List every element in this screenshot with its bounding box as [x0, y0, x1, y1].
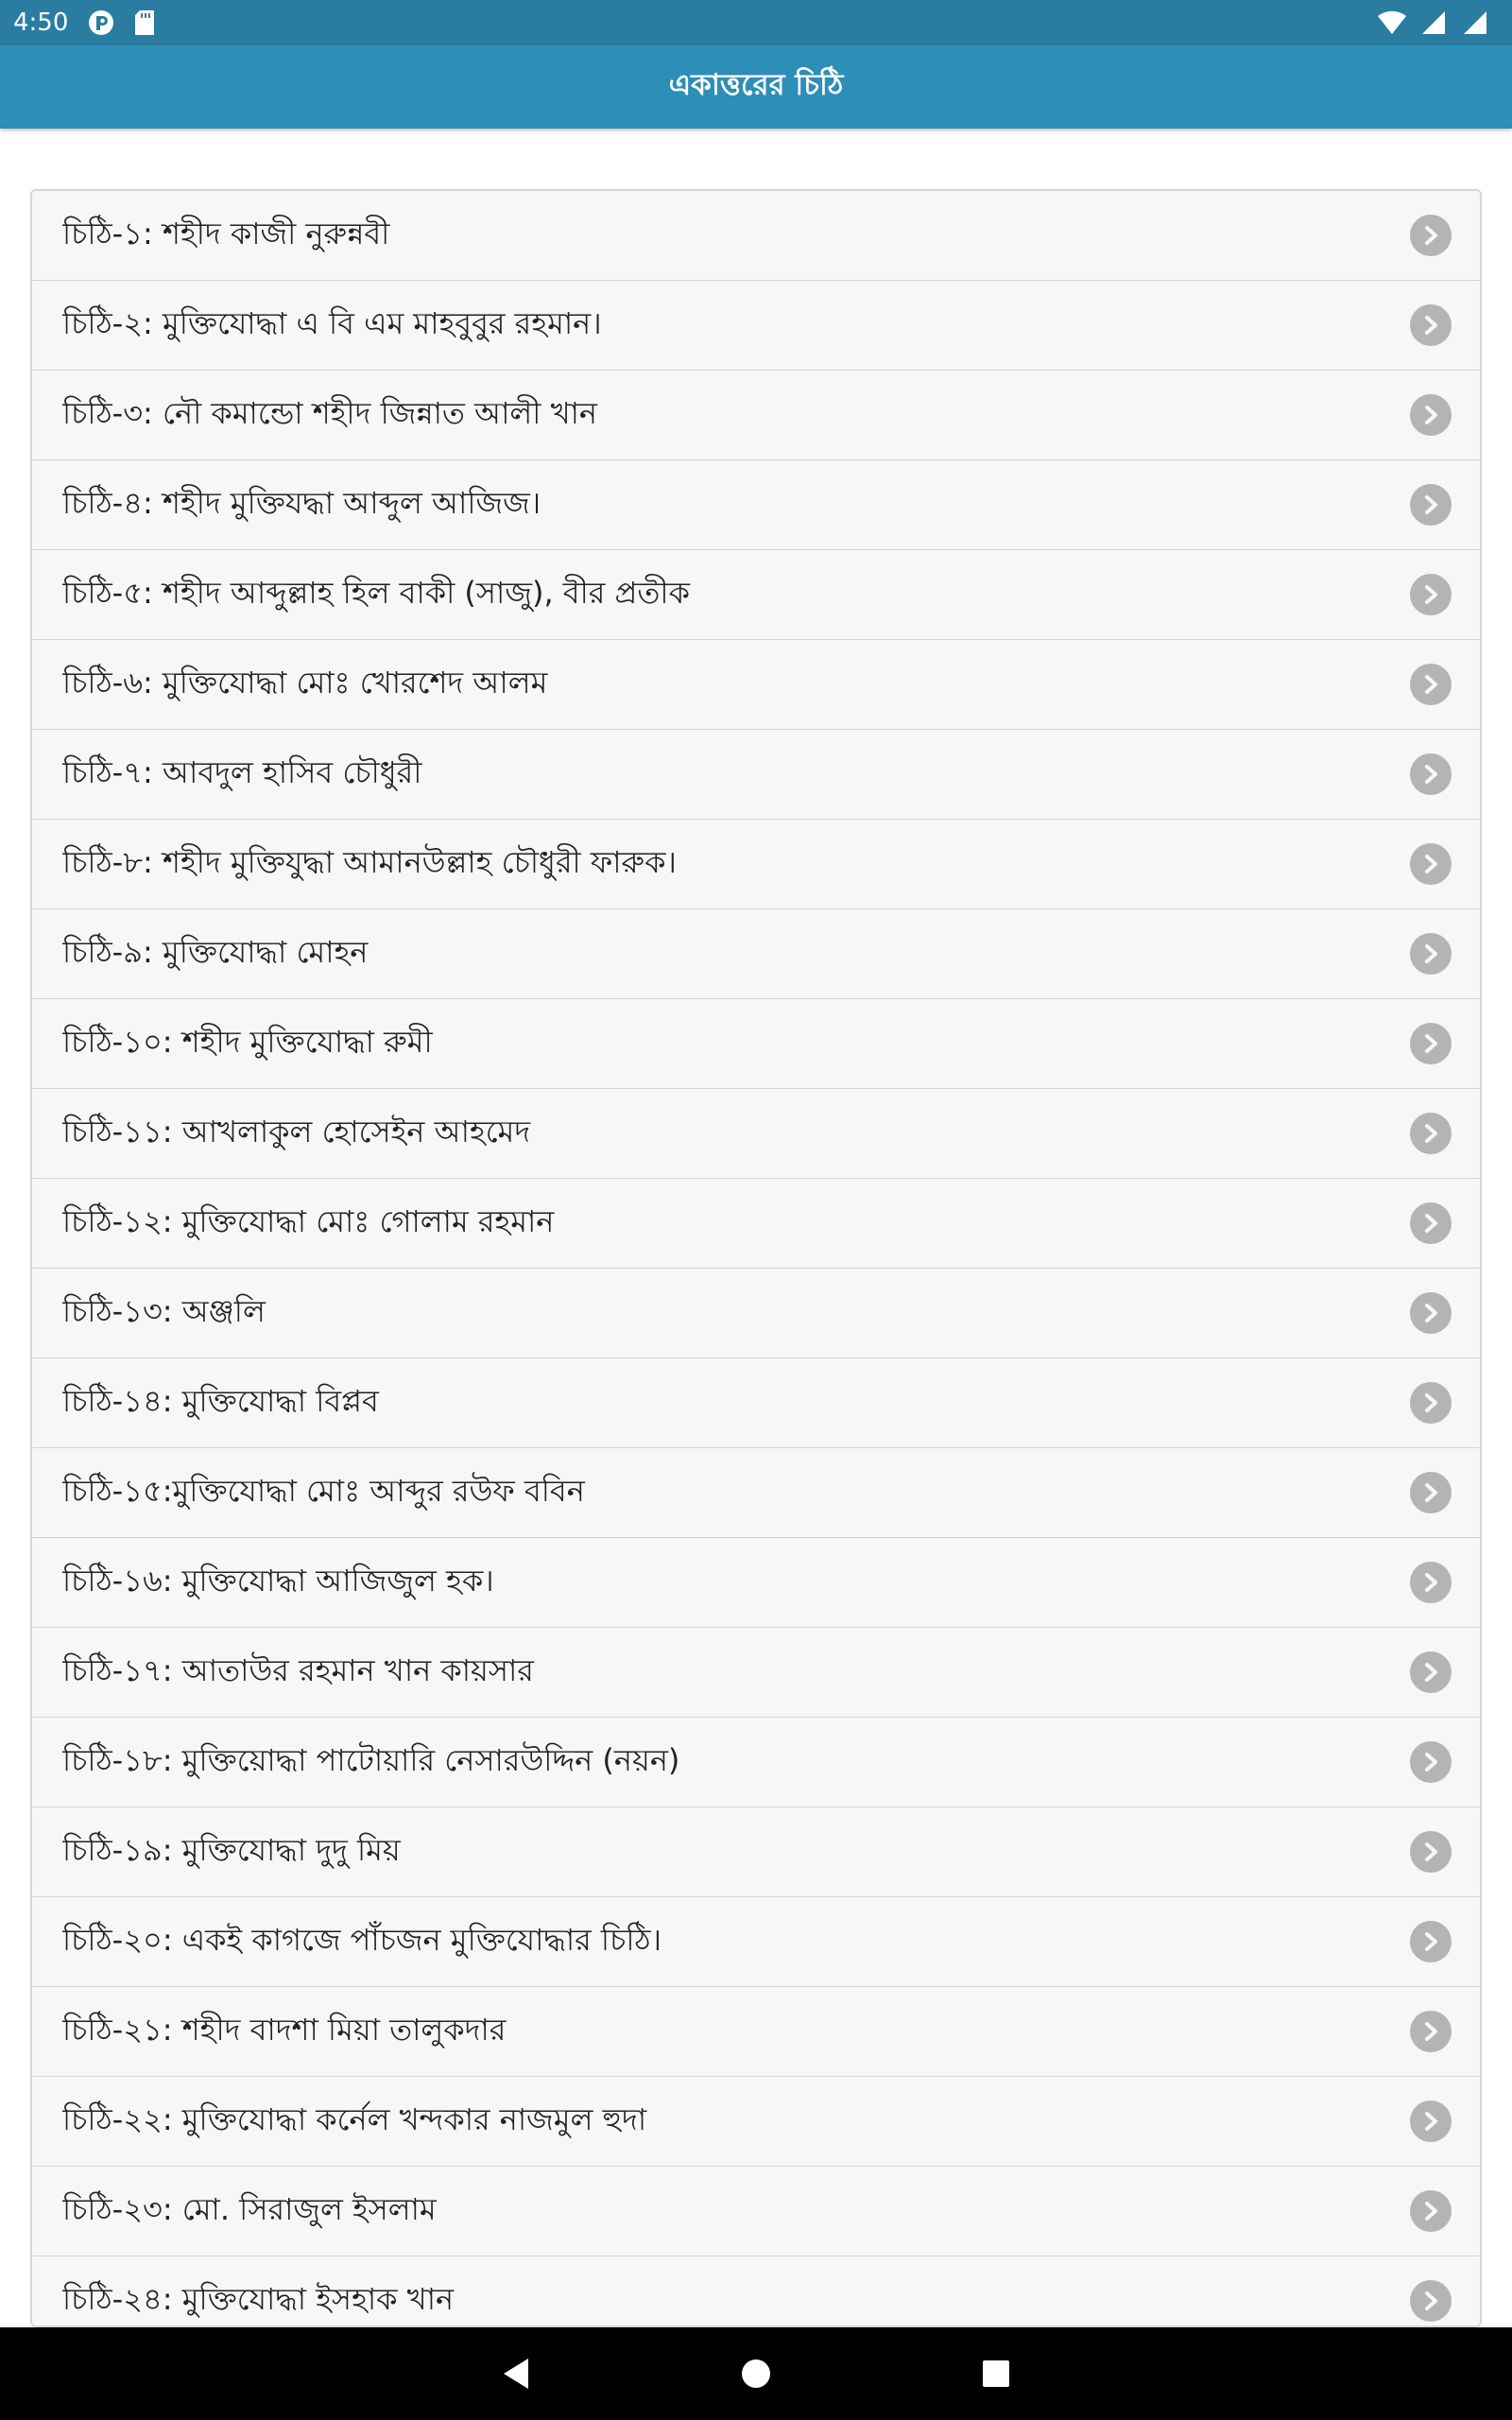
letter-title: চিঠি-৬: মুক্তিযোদ্ধা মোঃ খোরশেদ আলম [62, 665, 548, 700]
letter-list-item[interactable]: চিঠি-১৬: মুক্তিযোদ্ধা আজিজুল হক। [32, 1538, 1480, 1628]
letter-list-item[interactable]: চিঠি-৪: শহীদ মুক্তিযদ্ধা আব্দুল আজিজ। [32, 460, 1480, 550]
back-icon [504, 2359, 528, 2389]
letter-list-item[interactable]: চিঠি-৩: নৌ কমান্ডো শহীদ জিন্নাত আলী খান [32, 371, 1480, 460]
letter-list-item[interactable]: চিঠি-১৮: মুক্তিয়োদ্ধা পাটোয়ারি নেসারউদ… [32, 1718, 1480, 1807]
letter-title: চিঠি-১০: শহীদ মুক্তিযোদ্ধা রুমী [62, 1024, 433, 1060]
chevron-right-icon [1410, 2280, 1452, 2322]
chevron-right-icon [1410, 1202, 1452, 1244]
letter-list-item[interactable]: চিঠি-২১: শহীদ বাদশা মিয়া তালুকদার [32, 1987, 1480, 2077]
letter-title: চিঠি-২: মুক্তিযোদ্ধা এ বি এম মাহবুবুর রহ… [62, 305, 602, 341]
navigation-bar [0, 2327, 1512, 2420]
chevron-right-icon [1410, 1113, 1452, 1154]
letter-title: চিঠি-১৬: মুক্তিযোদ্ধা আজিজুল হক। [62, 1563, 494, 1599]
signal-icon [1419, 9, 1448, 37]
letter-list-item[interactable]: চিঠি-২৩: মো. সিরাজুল ইসলাম [32, 2167, 1480, 2256]
chevron-right-icon [1410, 1382, 1452, 1424]
app-title: একাত্তরের চিঠি [668, 68, 844, 102]
status-time: 4:50 [13, 9, 69, 37]
chevron-right-icon [1410, 574, 1452, 615]
letter-title: চিঠি-২০: একই কাগজে পাঁচজন মুক্তিযোদ্ধার … [62, 1922, 662, 1958]
chevron-right-icon [1410, 1023, 1452, 1064]
chevron-right-icon [1410, 753, 1452, 795]
pocket-icon [87, 9, 115, 37]
letter-list-item[interactable]: চিঠি-১১: আখলাকুল হোসেইন আহমেদ [32, 1089, 1480, 1179]
letter-list-item[interactable]: চিঠি-১: শহীদ কাজী নুরুন্নবী [32, 191, 1480, 281]
letter-list-item[interactable]: চিঠি-৯: মুক্তিযোদ্ধা মোহন [32, 909, 1480, 999]
chevron-right-icon [1410, 2011, 1452, 2052]
letter-list-item[interactable]: চিঠি-১৪: মুক্তিযোদ্ধা বিপ্লব [32, 1358, 1480, 1448]
chevron-right-icon [1410, 215, 1452, 256]
letter-title: চিঠি-২২: মুক্তিযোদ্ধা কর্নেল খন্দকার নাজ… [62, 2101, 647, 2137]
letter-title: চিঠি-৯: মুক্তিযোদ্ধা মোহন [62, 934, 369, 970]
letter-title: চিঠি-১৮: মুক্তিয়োদ্ধা পাটোয়ারি নেসারউদ… [62, 1742, 680, 1778]
battery-icon [1461, 9, 1489, 37]
chevron-right-icon [1410, 1921, 1452, 1962]
letter-list-item[interactable]: চিঠি-১০: শহীদ মুক্তিযোদ্ধা রুমী [32, 999, 1480, 1089]
letter-list-item[interactable]: চিঠি-২২: মুক্তিযোদ্ধা কর্নেল খন্দকার নাজ… [32, 2077, 1480, 2167]
letter-title: চিঠি-১৪: মুক্তিযোদ্ধা বিপ্লব [62, 1383, 379, 1419]
letter-title: চিঠি-৩: নৌ কমান্ডো শহীদ জিন্নাত আলী খান [62, 395, 597, 431]
sd-card-icon [130, 9, 159, 37]
back-button[interactable] [488, 2345, 544, 2402]
chevron-right-icon [1410, 1741, 1452, 1783]
letter-list-item[interactable]: চিঠি-১৭: আতাউর রহমান খান কায়সার [32, 1628, 1480, 1718]
letter-title: চিঠি-৭: আবদুল হাসিব চৌধুরী [62, 754, 422, 790]
letter-title: চিঠি-১৫:মুক্তিযোদ্ধা মোঃ আব্দুর রউফ ববিন [62, 1473, 585, 1509]
letter-list-item[interactable]: চিঠি-১২: মুক্তিযোদ্ধা মোঃ গোলাম রহমান [32, 1179, 1480, 1269]
letter-list-item[interactable]: চিঠি-১৫:মুক্তিযোদ্ধা মোঃ আব্দুর রউফ ববিন [32, 1448, 1480, 1538]
letter-list: চিঠি-১: শহীদ কাজী নুরুন্নবী চিঠি-২: মুক্ত… [30, 189, 1482, 2327]
letter-title: চিঠি-২১: শহীদ বাদশা মিয়া তালুকদার [62, 2012, 507, 2048]
home-icon [742, 2360, 770, 2388]
letter-title: চিঠি-১৭: আতাউর রহমান খান কায়সার [62, 1652, 534, 1688]
chevron-right-icon [1410, 304, 1452, 346]
chevron-right-icon [1410, 394, 1452, 436]
chevron-right-icon [1410, 933, 1452, 975]
recents-icon [983, 2360, 1009, 2387]
chevron-right-icon [1410, 2190, 1452, 2232]
chevron-right-icon [1410, 1472, 1452, 1513]
chevron-right-icon [1410, 1292, 1452, 1334]
chevron-right-icon [1410, 843, 1452, 885]
letter-title: চিঠি-১: শহীদ কাজী নুরুন্নবী [62, 216, 390, 251]
letter-title: চিঠি-৪: শহীদ মুক্তিযদ্ধা আব্দুল আজিজ। [62, 485, 541, 521]
letter-list-item[interactable]: চিঠি-১৯: মুক্তিযোদ্ধা দুদু মিয় [32, 1807, 1480, 1897]
chevron-right-icon [1410, 2100, 1452, 2142]
chevron-right-icon [1410, 1831, 1452, 1873]
chevron-right-icon [1410, 664, 1452, 705]
app-bar: একাত্তরের চিঠি [0, 45, 1512, 129]
letter-list-item[interactable]: চিঠি-১৩: অঞ্জলি [32, 1269, 1480, 1358]
wifi-icon [1378, 9, 1406, 37]
letter-list-item[interactable]: চিঠি-২: মুক্তিযোদ্ধা এ বি এম মাহবুবুর রহ… [32, 281, 1480, 371]
recents-button[interactable] [968, 2345, 1024, 2402]
status-bar: 4:50 [0, 0, 1512, 45]
letter-list-item[interactable]: চিঠি-৮: শহীদ মুক্তিযুদ্ধা আমানউল্লাহ চৌধ… [32, 820, 1480, 909]
home-button[interactable] [728, 2345, 784, 2402]
chevron-right-icon [1410, 484, 1452, 526]
chevron-right-icon [1410, 1651, 1452, 1693]
chevron-right-icon [1410, 1562, 1452, 1603]
letter-title: চিঠি-১৯: মুক্তিযোদ্ধা দুদু মিয় [62, 1832, 401, 1868]
letter-list-item[interactable]: চিঠি-২৪: মুক্তিযোদ্ধা ইসহাক খান [32, 2256, 1480, 2325]
letter-list-item[interactable]: চিঠি-৫: শহীদ আব্দুল্লাহ হিল বাকী (সাজু),… [32, 550, 1480, 640]
letter-title: চিঠি-১৩: অঞ্জলি [62, 1293, 266, 1329]
letter-list-item[interactable]: চিঠি-৬: মুক্তিযোদ্ধা মোঃ খোরশেদ আলম [32, 640, 1480, 730]
letter-title: চিঠি-২৩: মো. সিরাজুল ইসলাম [62, 2191, 437, 2227]
letter-title: চিঠি-১১: আখলাকুল হোসেইন আহমেদ [62, 1114, 531, 1150]
letter-title: চিঠি-৫: শহীদ আব্দুল্লাহ হিল বাকী (সাজু),… [62, 575, 690, 611]
letter-title: চিঠি-১২: মুক্তিযোদ্ধা মোঃ গোলাম রহমান [62, 1203, 555, 1239]
letter-list-item[interactable]: চিঠি-২০: একই কাগজে পাঁচজন মুক্তিযোদ্ধার … [32, 1897, 1480, 1987]
letter-list-item[interactable]: চিঠি-৭: আবদুল হাসিব চৌধুরী [32, 730, 1480, 820]
letter-title: চিঠি-২৪: মুক্তিযোদ্ধা ইসহাক খান [62, 2281, 455, 2317]
letter-title: চিঠি-৮: শহীদ মুক্তিযুদ্ধা আমানউল্লাহ চৌধ… [62, 844, 677, 880]
